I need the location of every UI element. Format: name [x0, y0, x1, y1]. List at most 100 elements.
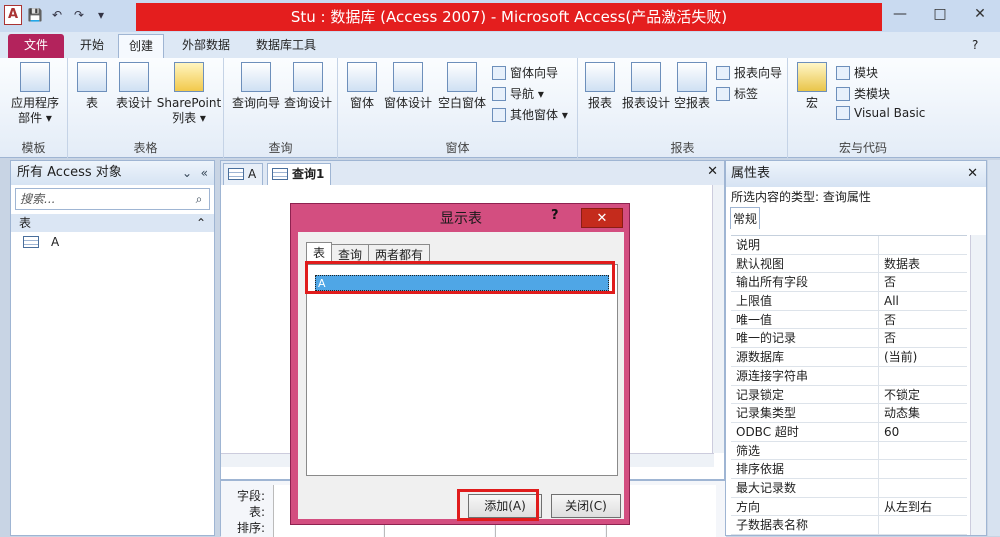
blank-form-icon	[447, 62, 477, 92]
module-icon	[836, 65, 850, 80]
sharepoint-lists-button[interactable]: SharePoint 列表 ▾	[156, 62, 222, 126]
tab-general[interactable]: 常规	[730, 207, 760, 229]
tab-file[interactable]: 文件	[8, 34, 64, 58]
property-scrollbar[interactable]	[970, 235, 986, 535]
nav-section-tables[interactable]: 表 ⌃	[11, 214, 214, 232]
annotation-highlight-list-item	[305, 261, 615, 294]
property-row[interactable]: 唯一值否	[731, 310, 967, 330]
blank-report-icon	[677, 62, 707, 92]
blank-form-button[interactable]: 空白窗体	[436, 62, 488, 111]
query-wizard-icon	[241, 62, 271, 92]
save-icon[interactable]: 💾	[26, 5, 44, 25]
tab-database-tools[interactable]: 数据库工具	[246, 34, 326, 58]
group-templates: 应用程序 部件 ▾ 模板	[0, 58, 68, 158]
doc-tab-table-a[interactable]: A	[223, 163, 264, 185]
report-design-button[interactable]: 报表设计	[620, 62, 672, 111]
navigation-pane: 所有 Access 对象 ⌄ « 搜索... ⌕ 表 ⌃ A	[10, 160, 215, 536]
labels-icon	[716, 86, 730, 101]
application-parts-button[interactable]: 应用程序 部件 ▾	[6, 62, 64, 126]
macro-button[interactable]: 宏	[794, 62, 830, 111]
show-table-dialog: 显示表 ? ✕ 表 查询 两者都有 A 添加(A) 关闭(C)	[290, 203, 630, 525]
help-icon[interactable]: ?	[968, 34, 982, 58]
navigation-button[interactable]: 导航 ▾	[492, 85, 544, 102]
nav-item-table-a[interactable]: A	[11, 232, 214, 252]
property-row[interactable]: 说明	[731, 236, 967, 255]
report-button[interactable]: 报表	[582, 62, 618, 111]
property-row[interactable]: 上限值 All	[731, 292, 967, 311]
table-icon	[23, 236, 39, 248]
section-collapse-icon[interactable]: ⌃	[196, 214, 206, 232]
property-row[interactable]: 输出所有字段否	[731, 273, 967, 293]
close-property-sheet-icon[interactable]: ✕	[967, 161, 978, 187]
more-forms-button[interactable]: 其他窗体 ▾	[492, 106, 568, 123]
window-title: Stu : 数据库 (Access 2007) - Microsoft Acce…	[136, 3, 882, 31]
access-app-icon[interactable]: A	[4, 5, 22, 25]
class-module-icon	[836, 86, 850, 101]
form-wizard-button[interactable]: 窗体向导	[492, 64, 558, 81]
redo-icon[interactable]: ↷	[70, 5, 88, 25]
property-row[interactable]: 最大记录数	[731, 478, 967, 498]
query-design-button[interactable]: 查询设计	[282, 62, 334, 111]
labels-button[interactable]: 标签	[716, 85, 758, 102]
tab-create[interactable]: 创建	[118, 34, 165, 58]
property-row[interactable]: 排序依据	[731, 460, 967, 479]
group-tables: 表 表设计 SharePoint 列表 ▾ 表格	[68, 58, 224, 158]
close-window-button[interactable]: ✕	[960, 0, 1000, 28]
collapse-pane-icon[interactable]: «	[201, 161, 208, 185]
dialog-close-button[interactable]: ✕	[581, 208, 623, 228]
property-row[interactable]: 记录集类型 动态集	[731, 404, 967, 423]
form-design-button[interactable]: 窗体设计	[382, 62, 434, 111]
annotation-highlight-add-button	[457, 489, 539, 521]
nav-menu-dropdown-icon[interactable]: ⌄	[182, 161, 192, 185]
module-button[interactable]: 模块	[836, 64, 878, 81]
property-row[interactable]: 筛选	[731, 441, 967, 461]
nav-search-input[interactable]: 搜索... ⌕	[15, 188, 210, 210]
minimize-button[interactable]: —	[880, 0, 920, 28]
ribbon: 应用程序 部件 ▾ 模板 表 表设计 SharePoint 列表 ▾ 表格 查询…	[0, 58, 1000, 158]
group-macros-code: 宏 模块 类模块 Visual Basic 宏与代码	[788, 58, 938, 158]
property-row[interactable]: 记录锁定 不锁定	[731, 385, 967, 405]
property-row[interactable]: 子数据表名称	[731, 516, 967, 535]
class-module-button[interactable]: 类模块	[836, 85, 890, 102]
property-sheet-title: 属性表	[731, 166, 771, 181]
report-wizard-icon	[716, 65, 730, 80]
undo-icon[interactable]: ↶	[48, 5, 66, 25]
table-design-button[interactable]: 表设计	[112, 62, 156, 111]
dialog-close-text-button[interactable]: 关闭(C)	[551, 494, 621, 518]
property-row[interactable]: 默认视图 数据表	[731, 254, 967, 274]
blank-report-button[interactable]: 空报表	[672, 62, 712, 111]
maximize-button[interactable]: □	[920, 0, 960, 28]
vertical-scrollbar[interactable]	[712, 185, 724, 453]
property-row[interactable]: 源数据库 (当前)	[731, 348, 967, 367]
ribbon-tabs: 文件 开始 创建 外部数据 数据库工具 ?	[0, 32, 1000, 58]
property-row[interactable]: 源连接字符串	[731, 366, 967, 386]
group-queries: 查询向导 查询设计 查询	[224, 58, 338, 158]
form-button[interactable]: 窗体	[344, 62, 380, 111]
report-wizard-button[interactable]: 报表向导	[716, 64, 782, 81]
quick-access-toolbar: A 💾 ↶ ↷ ▾	[4, 5, 110, 25]
query-wizard-button[interactable]: 查询向导	[230, 62, 282, 111]
property-row[interactable]: 方向 从左到右	[731, 497, 967, 517]
search-icon[interactable]: ⌕	[191, 191, 207, 207]
group-forms: 窗体 窗体设计 空白窗体 窗体向导 导航 ▾ 其他窗体 ▾ 窗体	[338, 58, 578, 158]
group-reports: 报表 报表设计 空报表 报表向导 标签 报表	[578, 58, 788, 158]
property-row[interactable]: 唯一的记录否	[731, 329, 967, 349]
visual-basic-button[interactable]: Visual Basic	[836, 106, 925, 120]
grid-label-sort: 排序:	[236, 521, 265, 535]
close-document-icon[interactable]: ✕	[707, 164, 718, 179]
property-table: 说明 默认视图 数据表 输出所有字段否 上限值 All 唯一值否 唯一的记录否 源数…	[731, 235, 967, 535]
report-icon	[585, 62, 615, 92]
table-icon	[77, 62, 107, 92]
property-row[interactable]: ODBC 超时 60	[731, 422, 967, 442]
sharepoint-icon	[174, 62, 204, 92]
doc-tab-query1[interactable]: 查询1	[267, 163, 332, 185]
visual-basic-icon	[836, 106, 850, 120]
tab-external-data[interactable]: 外部数据	[172, 34, 240, 58]
nav-pane-header[interactable]: 所有 Access 对象 ⌄ «	[11, 161, 214, 185]
form-wizard-icon	[492, 65, 506, 80]
table-list[interactable]: A	[306, 264, 618, 476]
table-button[interactable]: 表	[74, 62, 110, 111]
dialog-help-button[interactable]: ?	[551, 208, 571, 223]
tab-home[interactable]: 开始	[70, 34, 114, 58]
customize-qat-icon[interactable]: ▾	[92, 5, 110, 25]
